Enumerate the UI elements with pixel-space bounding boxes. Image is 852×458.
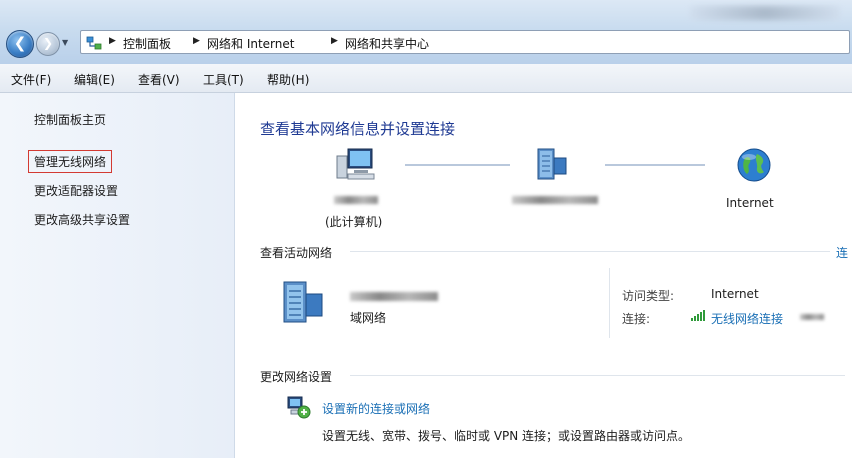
ssid-redacted <box>800 314 824 320</box>
connection-label: 连接: <box>622 312 651 326</box>
breadcrumb-network-sharing-center[interactable]: 网络和共享中心 <box>345 35 429 52</box>
internet-label: Internet <box>726 196 774 210</box>
computer-name-redacted <box>334 196 378 204</box>
breadcrumb-separator-icon[interactable]: ▶ <box>109 36 116 46</box>
back-button[interactable]: ❮ <box>6 30 34 58</box>
domain-name-redacted <box>512 196 598 204</box>
active-networks-title: 查看活动网络 <box>260 246 333 260</box>
menu-edit[interactable]: 编辑(E) <box>74 71 115 88</box>
wireless-connection-link[interactable]: 无线网络连接 <box>711 310 783 327</box>
sidebar-item-control-panel-home[interactable]: 控制面板主页 <box>34 111 106 128</box>
map-connector-line <box>405 164 510 166</box>
menu-view[interactable]: 查看(V) <box>138 71 180 88</box>
globe-icon <box>737 148 771 182</box>
sidebar-item-change-adapter[interactable]: 更改适配器设置 <box>34 182 118 199</box>
setup-new-connection-description: 设置无线、宽带、拨号、临时或 VPN 连接；或设置路由器或访问点。 <box>322 429 691 443</box>
breadcrumb-control-panel[interactable]: 控制面板 <box>123 35 171 52</box>
page-title: 查看基本网络信息并设置连接 <box>260 120 456 138</box>
new-connection-icon <box>287 396 311 419</box>
menu-help[interactable]: 帮助(H) <box>267 71 309 88</box>
recent-pages-dropdown-icon[interactable]: ▼ <box>62 38 72 48</box>
sidebar <box>0 93 235 458</box>
sidebar-item-advanced-sharing[interactable]: 更改高级共享设置 <box>34 211 130 228</box>
setup-new-connection-link[interactable]: 设置新的连接或网络 <box>322 400 430 417</box>
signal-strength-icon <box>691 310 705 321</box>
sidebar-item-manage-wireless[interactable]: 管理无线网络 <box>28 150 113 173</box>
breadcrumb-separator-icon[interactable]: ▶ <box>193 36 200 46</box>
network-type: 域网络 <box>350 311 387 325</box>
change-settings-title: 更改网络设置 <box>260 370 333 384</box>
address-bar[interactable]: ▶ 控制面板 ▶ 网络和 Internet ▶ 网络和共享中心 <box>80 30 850 54</box>
section-divider <box>350 251 830 252</box>
computer-icon <box>336 148 375 180</box>
breadcrumb-separator-icon[interactable]: ▶ <box>331 36 338 46</box>
domain-network-icon <box>537 148 567 180</box>
network-name-redacted <box>350 292 438 301</box>
computer-sub-label: (此计算机) <box>325 215 383 229</box>
access-type-label: 访问类型: <box>622 289 675 303</box>
connect-disconnect-link[interactable]: 连 <box>836 244 848 261</box>
menu-tools[interactable]: 工具(T) <box>203 71 244 88</box>
network-folder-icon <box>86 36 102 50</box>
vertical-divider <box>609 268 610 338</box>
section-divider <box>350 375 845 376</box>
menu-file[interactable]: 文件(F) <box>11 71 51 88</box>
access-type-value: Internet <box>711 287 759 301</box>
window-caption-controls <box>690 6 840 20</box>
map-connector-line <box>605 164 705 166</box>
forward-button[interactable]: ❯ <box>36 32 60 56</box>
breadcrumb-network-internet[interactable]: 网络和 Internet <box>207 35 294 52</box>
domain-network-large-icon <box>283 281 323 323</box>
menu-bar: 文件(F) 编辑(E) 查看(V) 工具(T) 帮助(H) <box>0 64 852 93</box>
